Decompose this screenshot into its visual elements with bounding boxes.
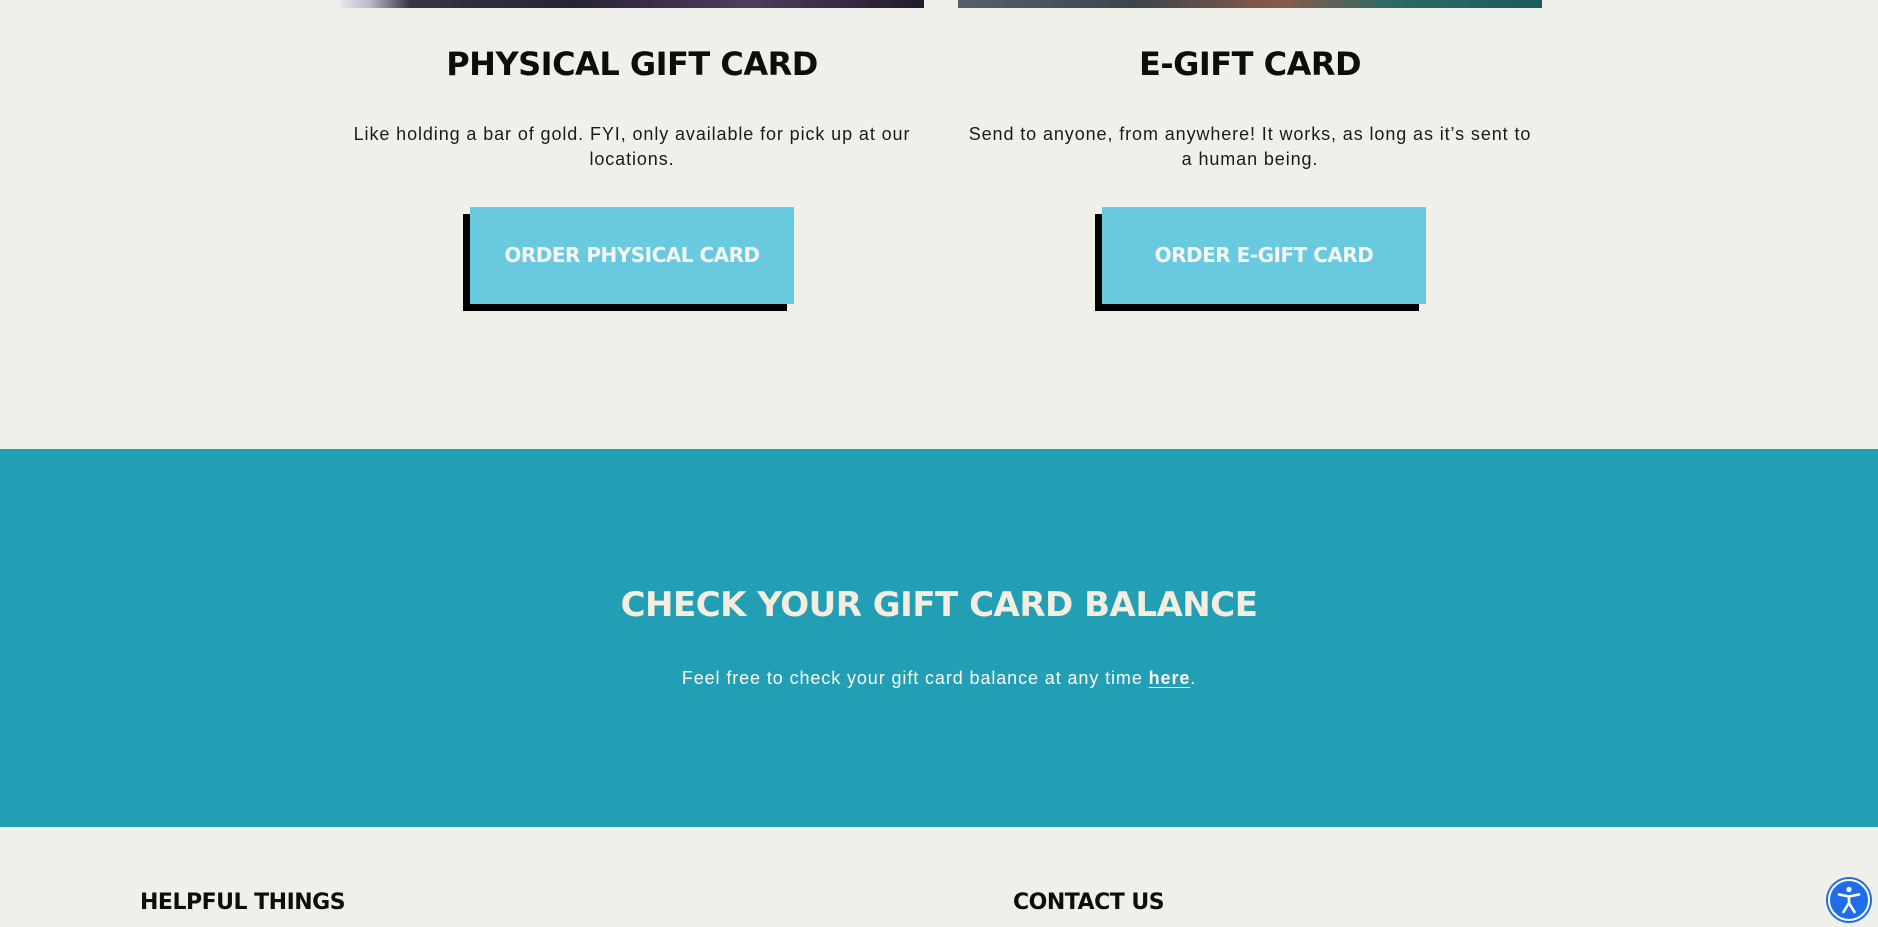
physical-card-title: PHYSICAL GIFT CARD: [446, 45, 818, 83]
accessibility-button[interactable]: [1826, 877, 1872, 923]
balance-text-before: Feel free to check your gift card balanc…: [681, 668, 1149, 688]
e-gift-card-image: [958, 0, 1542, 8]
balance-text-after: .: [1190, 668, 1197, 688]
gift-card-options: PHYSICAL GIFT CARD Like holding a bar of…: [0, 0, 1878, 449]
balance-text: Feel free to check your gift card balanc…: [0, 665, 1878, 691]
physical-card-description: Like holding a bar of gold. FYI, only av…: [353, 124, 911, 169]
order-physical-card-button[interactable]: ORDER PHYSICAL CARD: [470, 207, 794, 304]
order-e-gift-card-button[interactable]: ORDER E-GIFT CARD: [1102, 207, 1426, 304]
e-gift-card-description: Send to anyone, from anywhere! It works,…: [968, 124, 1532, 169]
contact-us-heading: CONTACT US: [1013, 890, 1165, 915]
order-e-gift-card-button-wrapper: ORDER E-GIFT CARD: [1095, 207, 1426, 314]
physical-card-image: [340, 0, 924, 8]
balance-title: CHECK YOUR GIFT CARD BALANCE: [620, 585, 1258, 625]
accessibility-icon: [1828, 879, 1870, 921]
e-gift-card-title: E-GIFT CARD: [1138, 45, 1362, 83]
site-footer: HELPFUL THINGS CONTACT US: [0, 827, 1878, 927]
helpful-things-heading: HELPFUL THINGS: [140, 890, 346, 915]
gift-card-balance-section: CHECK YOUR GIFT CARD BALANCE Feel free t…: [0, 449, 1878, 827]
order-physical-card-button-wrapper: ORDER PHYSICAL CARD: [463, 207, 794, 314]
balance-here-link[interactable]: here: [1149, 668, 1191, 688]
